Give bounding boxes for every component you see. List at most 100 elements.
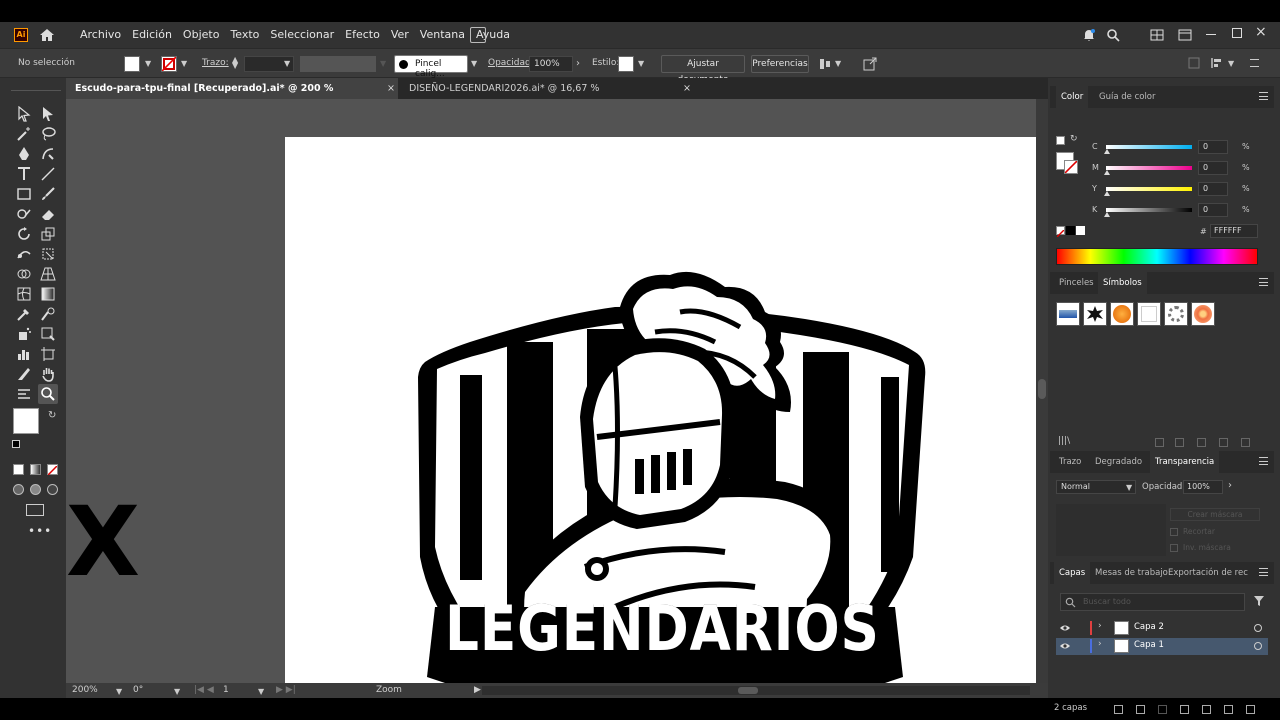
tab-legendari2026[interactable]: DISEÑO-LEGENDARI2026.ai* @ 16,67 % (CMYK…: [400, 78, 694, 115]
chevron-down-icon[interactable]: ▼: [835, 59, 841, 68]
slider-knob[interactable]: [1104, 212, 1110, 217]
vertical-scrollbar[interactable]: [1036, 99, 1048, 683]
channel-row-k[interactable]: K 0%: [1090, 203, 1260, 221]
chevron-down-icon[interactable]: ▼: [258, 687, 264, 696]
draw-behind-icon[interactable]: [30, 484, 41, 495]
align-panel-icon[interactable]: [1210, 57, 1224, 69]
channel-slider[interactable]: [1106, 145, 1192, 149]
home-icon[interactable]: [38, 26, 56, 44]
status-menu-arrow[interactable]: ▶: [474, 685, 481, 695]
style-swatch[interactable]: [618, 56, 634, 72]
layer-name[interactable]: Capa 2: [1134, 622, 1164, 632]
line-tool[interactable]: [38, 164, 58, 184]
channel-row-y[interactable]: Y 0%: [1090, 182, 1260, 200]
channel-value[interactable]: 0: [1198, 203, 1228, 217]
none-swatch[interactable]: [1056, 226, 1065, 238]
shaper-tool[interactable]: [14, 204, 34, 224]
tab-guia-de-color[interactable]: Guía de color: [1094, 86, 1161, 108]
transparency-opacity-field[interactable]: 100%: [1183, 480, 1223, 494]
channel-value[interactable]: 0: [1198, 140, 1228, 154]
notifications-icon[interactable]: [1082, 28, 1096, 42]
symbol-libraries-icon[interactable]: |||\: [1058, 436, 1070, 446]
artboard-tool[interactable]: [38, 344, 58, 364]
minimize-icon[interactable]: [1206, 34, 1216, 35]
tools-grip[interactable]: [11, 90, 61, 91]
zoom-tool[interactable]: [38, 384, 58, 404]
panel-layout-icon[interactable]: [1178, 29, 1192, 41]
menu-item-seleccionar[interactable]: Seleccionar: [270, 28, 334, 41]
hex-field[interactable]: FFFFFF: [1210, 224, 1258, 238]
preferencias-button[interactable]: Preferencias: [751, 55, 809, 73]
control-menu-icon[interactable]: [1250, 59, 1259, 67]
symbol-flower[interactable]: [1191, 302, 1215, 326]
channel-value[interactable]: 0: [1198, 182, 1228, 196]
print-tiling-tool[interactable]: [14, 384, 34, 404]
clipping-mask-icon[interactable]: [1180, 705, 1189, 714]
slider-knob[interactable]: [1104, 191, 1110, 196]
draw-inside-icon[interactable]: [47, 484, 58, 495]
chevron-down-icon[interactable]: ▼: [471, 59, 477, 68]
tab-mesas-de-trabajo[interactable]: Mesas de trabajo: [1090, 562, 1173, 584]
chevron-down-icon[interactable]: ▼: [174, 687, 180, 696]
canvas-area[interactable]: X LEGENDARIOS: [66, 99, 1036, 683]
workspace-icon[interactable]: [1150, 29, 1164, 41]
chevron-down-icon[interactable]: ▼: [284, 59, 290, 68]
panel-menu-icon[interactable]: [1259, 278, 1268, 286]
chevron-down-icon[interactable]: ▼: [1228, 59, 1234, 68]
color-stroke-swatch[interactable]: [1064, 160, 1078, 174]
chevron-down-icon[interactable]: ▼: [145, 59, 151, 68]
slider-knob[interactable]: [1104, 149, 1110, 154]
tab-exportacion[interactable]: Exportación de rec: [1163, 562, 1253, 584]
channel-row-m[interactable]: M 0%: [1090, 161, 1260, 179]
swap-fill-stroke-icon[interactable]: ↻: [48, 410, 56, 421]
transform-icon[interactable]: [1188, 57, 1200, 69]
tab-transparencia[interactable]: Transparencia: [1150, 451, 1220, 473]
share-icon[interactable]: [863, 56, 878, 71]
white-swatch[interactable]: [1076, 226, 1085, 235]
next-artboard-icon[interactable]: ▶ ▶|: [276, 685, 296, 695]
channel-row-c[interactable]: C 0%: [1090, 140, 1260, 158]
stroke-stepper[interactable]: ▲ ▼: [232, 56, 238, 70]
close-tab-icon[interactable]: ×: [683, 78, 691, 99]
puppet-warp-tool[interactable]: [14, 244, 34, 264]
tab-color[interactable]: Color: [1056, 86, 1089, 108]
visibility-eye-icon[interactable]: [1060, 624, 1070, 632]
symbol-blue-bar[interactable]: [1056, 302, 1080, 326]
ajustar-documento-button[interactable]: Ajustar documento: [661, 55, 745, 85]
restore-icon[interactable]: [1232, 28, 1242, 38]
panel-menu-icon[interactable]: [1259, 457, 1268, 465]
layer-row[interactable]: › Capa 1: [1056, 638, 1268, 655]
black-swatch[interactable]: [1066, 226, 1075, 235]
scroll-thumb[interactable]: [738, 687, 758, 694]
fill-color-box[interactable]: [13, 408, 39, 434]
direct-selection-tool[interactable]: [38, 104, 58, 124]
variable-width-profile[interactable]: [300, 56, 376, 72]
locate-object-icon[interactable]: [1136, 705, 1145, 714]
none-mode-icon[interactable]: [47, 464, 58, 476]
export-icon[interactable]: [1114, 705, 1123, 714]
menu-item-texto[interactable]: Texto: [230, 28, 259, 41]
tab-capas[interactable]: Capas: [1054, 562, 1091, 584]
close-tab-icon[interactable]: ×: [387, 78, 395, 99]
live-paint-tool[interactable]: [38, 324, 58, 344]
magic-wand-tool[interactable]: [14, 124, 34, 144]
slider-knob[interactable]: [1104, 170, 1110, 175]
hand-tool[interactable]: [38, 364, 58, 384]
new-layer-icon[interactable]: [1224, 705, 1233, 714]
brush-definition[interactable]: Pincel calig...: [394, 55, 468, 79]
close-window-icon[interactable]: ×: [1255, 24, 1267, 40]
menu-item-objeto[interactable]: Objeto: [183, 28, 220, 41]
opacity-field[interactable]: 100%: [529, 56, 573, 72]
align-icon[interactable]: [818, 57, 832, 71]
tab-trazo[interactable]: Trazo: [1054, 451, 1086, 473]
eyedropper-tool[interactable]: [14, 304, 34, 324]
tab-pinceles[interactable]: Pinceles: [1054, 272, 1099, 294]
menu-item-ventana[interactable]: Ventana: [420, 28, 465, 41]
channel-slider[interactable]: [1106, 166, 1192, 170]
channel-value[interactable]: 0: [1198, 161, 1228, 175]
menu-item-edición[interactable]: Edición: [132, 28, 172, 41]
target-circle-icon[interactable]: [1254, 624, 1262, 632]
rectangle-tool[interactable]: [14, 184, 34, 204]
scale-tool[interactable]: [38, 224, 58, 244]
free-transform-tool[interactable]: [38, 244, 58, 264]
